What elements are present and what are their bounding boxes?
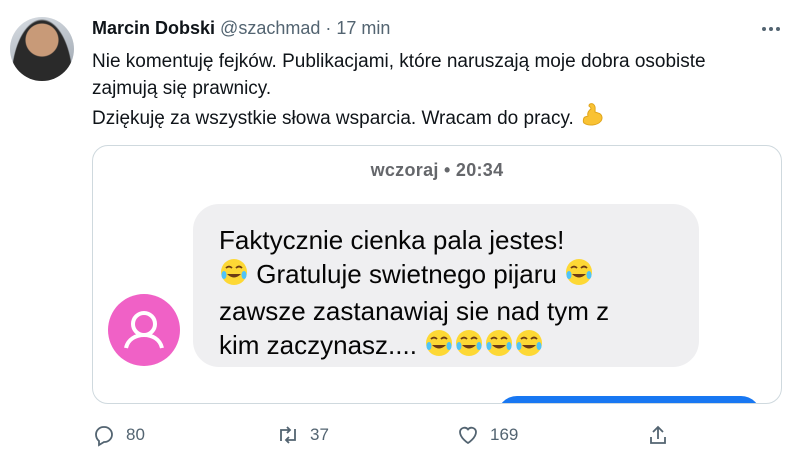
retweet-count: 37 bbox=[310, 425, 329, 444]
tweet-header: Marcin Dobski @szachmad · 17 min bbox=[92, 18, 390, 39]
partial-blue-button bbox=[497, 396, 761, 403]
author-avatar[interactable] bbox=[10, 17, 74, 81]
retweet-button[interactable]: 37 bbox=[276, 420, 329, 450]
message-line-content: Gratuluje swietnego pijaru bbox=[256, 258, 557, 289]
tweet-actions: 80 37 169 bbox=[92, 420, 792, 450]
flexed-biceps-icon bbox=[579, 102, 605, 136]
author-handle[interactable]: @szachmad bbox=[220, 18, 320, 38]
message-timestamp: wczoraj • 20:34 bbox=[370, 160, 504, 180]
face-with-tears-of-joy-icon bbox=[454, 328, 484, 366]
face-with-tears-of-joy-icon bbox=[424, 328, 454, 366]
retweet-icon bbox=[280, 426, 296, 444]
heart-icon bbox=[459, 426, 477, 445]
tweet-text-line: Dziękuję za wszystkie słowa wsparcia. Wr… bbox=[92, 102, 792, 136]
face-with-tears-of-joy-icon bbox=[514, 328, 544, 366]
default-user-icon bbox=[124, 311, 164, 349]
message-line-content: kim zaczynasz.... bbox=[219, 329, 417, 360]
like-button[interactable]: 169 bbox=[456, 420, 518, 450]
share-icon bbox=[650, 425, 666, 444]
tweet-text-line-content: Dziękuję za wszystkie słowa wsparcia. Wr… bbox=[92, 108, 574, 130]
reply-button[interactable]: 80 bbox=[92, 420, 145, 450]
more-options-icon[interactable] bbox=[760, 20, 782, 38]
tweet-text-line: zajmują się prawnicy. bbox=[92, 78, 272, 99]
reply-count: 80 bbox=[126, 425, 145, 444]
tweet-text-line: Nie komentuję fejków. Publikacjami, któr… bbox=[92, 51, 706, 72]
image-attachment[interactable]: wczoraj • 20:34 Faktycznie cienka pala j… bbox=[92, 145, 782, 404]
message-line: kim zaczynasz.... bbox=[219, 328, 673, 366]
author-name[interactable]: Marcin Dobski bbox=[92, 18, 215, 38]
tweet-time[interactable]: 17 min bbox=[336, 18, 390, 38]
sender-avatar bbox=[108, 294, 180, 366]
message-line: Faktycznie cienka pala jestes! bbox=[219, 225, 565, 255]
tweet-text: Nie komentuję fejków. Publikacjami, któr… bbox=[92, 48, 792, 136]
face-with-tears-of-joy-icon bbox=[484, 328, 514, 366]
face-with-tears-of-joy-icon bbox=[219, 257, 249, 295]
message-line: zawsze zastanawiaj sie nad tym z bbox=[219, 296, 610, 326]
message-line: Gratuluje swietnego pijaru bbox=[219, 257, 673, 295]
face-with-tears-of-joy-icon bbox=[564, 257, 594, 295]
like-count: 169 bbox=[490, 425, 519, 444]
header-separator: · bbox=[325, 18, 332, 38]
share-button[interactable] bbox=[646, 420, 670, 450]
reply-icon bbox=[95, 426, 113, 447]
message-bubble: Faktycznie cienka pala jestes! Gratuluje… bbox=[193, 204, 699, 367]
